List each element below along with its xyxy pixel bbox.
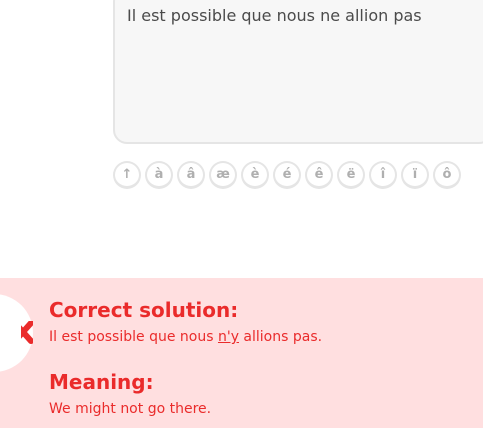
key-shift[interactable]: ↑ <box>113 161 141 189</box>
key-i-circumflex[interactable]: î <box>369 161 397 189</box>
key-e-grave[interactable]: è <box>241 161 269 189</box>
key-i-diaeresis[interactable]: ï <box>401 161 429 189</box>
incorrect-status-badge <box>0 294 33 372</box>
answer-textarea[interactable]: Il est possible que nous ne allion pas <box>113 0 483 144</box>
key-e-circumflex[interactable]: ê <box>305 161 333 189</box>
key-o-circumflex[interactable]: ô <box>433 161 461 189</box>
solution-text: Il est possible que nous n'y allions pas… <box>49 329 322 345</box>
special-character-keyboard: ↑ à â æ è é ê ë î ï ô <box>113 161 461 189</box>
solution-heading: Correct solution: <box>49 298 239 322</box>
meaning-text: We might not go there. <box>49 401 212 417</box>
close-icon <box>21 321 33 344</box>
key-ae[interactable]: æ <box>209 161 237 189</box>
solution-highlight: n'y <box>217 329 239 345</box>
key-e-acute[interactable]: é <box>273 161 301 189</box>
key-a-grave[interactable]: à <box>145 161 173 189</box>
exercise-screen: Il est possible que nous ne allion pas ↑… <box>0 0 483 428</box>
meaning-heading: Meaning: <box>49 370 154 394</box>
feedback-panel: Correct solution: Il est possible que no… <box>0 278 483 428</box>
answer-text: Il est possible que nous ne allion pas <box>127 6 422 25</box>
solution-text-start: Il est possible que nous <box>49 329 218 345</box>
solution-text-end: allions pas. <box>238 329 323 345</box>
key-a-circumflex[interactable]: â <box>177 161 205 189</box>
key-e-diaeresis[interactable]: ë <box>337 161 365 189</box>
